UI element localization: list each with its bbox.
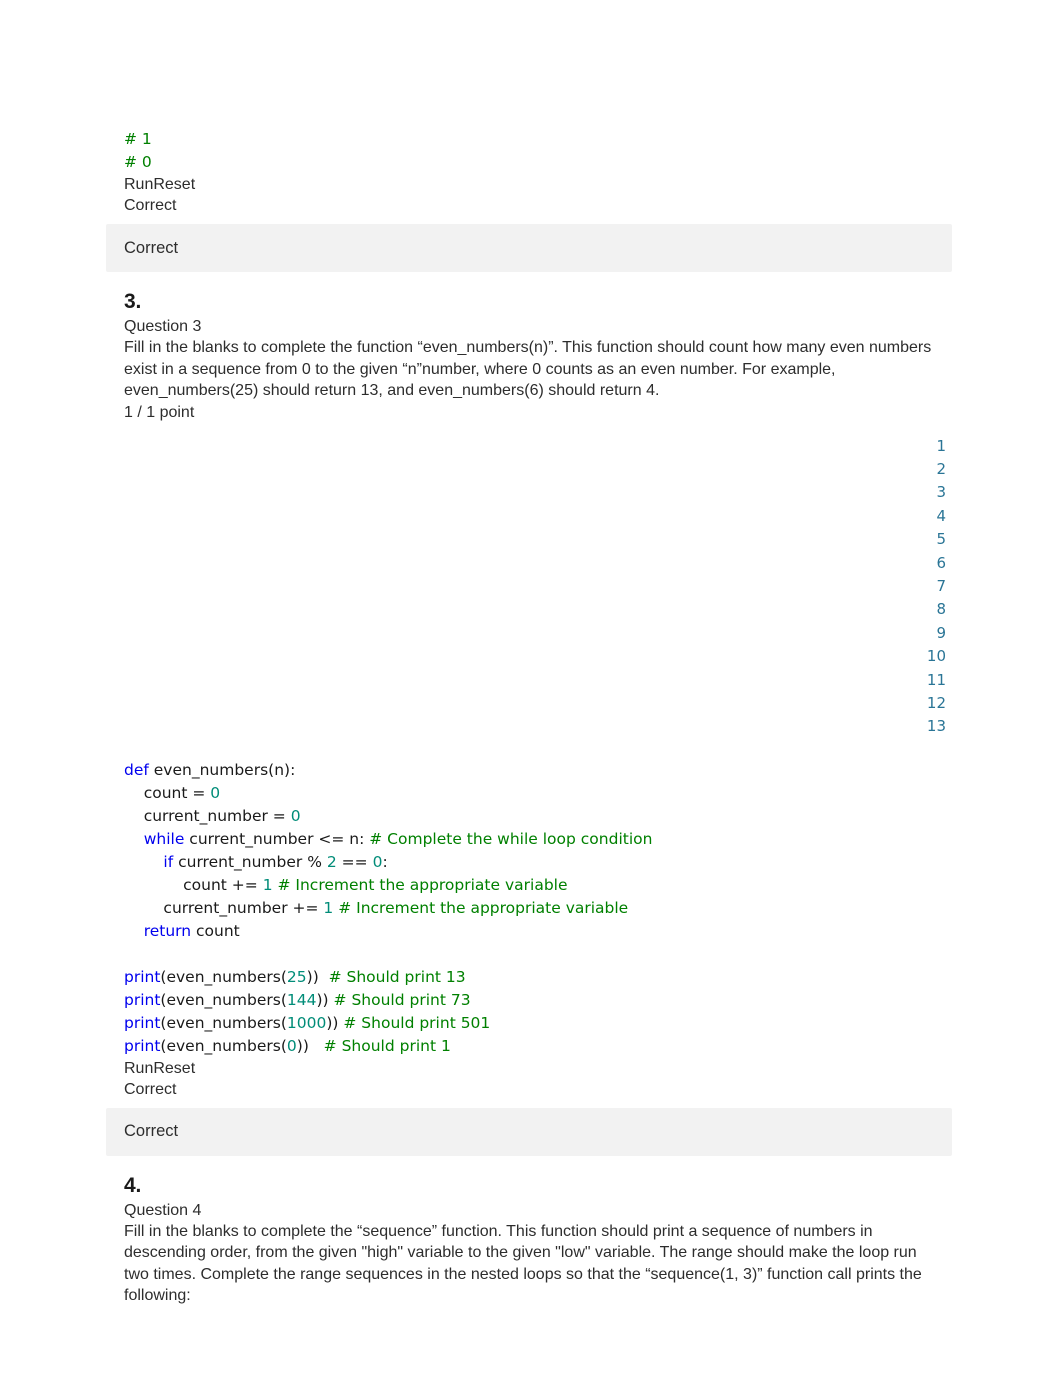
code-line: if current_number % 2 == 0:	[124, 851, 954, 874]
question-label-3: Question 3	[124, 318, 202, 335]
code-token-kw: return	[124, 921, 197, 940]
code-line-number: 12	[926, 693, 946, 712]
code-token-plain: ==	[336, 852, 373, 871]
output-comment-line-2: # 0	[124, 153, 152, 171]
code-token-plain: ))	[316, 990, 334, 1009]
code-line-number: 5	[936, 530, 946, 549]
quiz-review-page: # 1 # 0 RunReset Correct Correct 3. Ques…	[0, 0, 1062, 1376]
code-line-number: 8	[936, 600, 946, 619]
code-line-number: 6	[936, 553, 946, 572]
code-token-cmt: # Increment the appropriate variable	[277, 875, 568, 894]
code-token-plain: count +=	[124, 875, 263, 894]
code-token-plain: current_number <= n:	[189, 829, 370, 848]
code-token-plain: (even_numbers(	[160, 1036, 287, 1055]
code-line-number: 11	[926, 670, 946, 689]
code-line: print(even_numbers(1000)) # Should print…	[124, 1012, 954, 1035]
code-token-kw: print	[124, 1036, 161, 1055]
output-comment-line-1: # 1	[124, 130, 152, 148]
question-prompt-4: Fill in the blanks to complete the “sequ…	[124, 1222, 922, 1305]
code-token-num: 0	[286, 1036, 297, 1055]
code-token-cmt: # Should print 73	[333, 990, 471, 1009]
code-line: while current_number <= n: # Complete th…	[124, 828, 954, 851]
code-token-plain: current_number +=	[124, 898, 324, 917]
code-line-number: 1	[936, 436, 946, 455]
code-token-kw: if	[124, 852, 179, 871]
question-number-4: 4.	[124, 1173, 142, 1197]
correct-banner-q3: Correct	[106, 1107, 952, 1156]
code-token-num: 25	[286, 967, 307, 986]
run-reset-button-q3[interactable]: RunReset	[124, 1058, 954, 1079]
code-token-plain: count	[196, 921, 240, 940]
code-line: print(even_numbers(0)) # Should print 1	[124, 1035, 954, 1058]
code-token-num: 1	[323, 898, 334, 917]
code-token-num: 1000	[286, 1013, 327, 1032]
code-line-number: 2	[936, 459, 946, 478]
question-label-4: Question 4	[124, 1201, 202, 1219]
code-token-kw: def	[124, 760, 154, 779]
code-token-plain: :	[382, 852, 388, 871]
code-token-plain: current_number %	[178, 852, 327, 871]
code-line-number: 3	[936, 483, 946, 502]
code-line: print(even_numbers(144)) # Should print …	[124, 989, 954, 1012]
question-prompt-3: Fill in the blanks to complete the funct…	[124, 339, 932, 399]
code-line: print(even_numbers(25)) # Should print 1…	[124, 966, 954, 989]
correct-banner-label-q2: Correct	[124, 238, 179, 257]
code-line-number: 7	[936, 576, 946, 595]
code-token-plain: ))	[296, 1036, 324, 1055]
code-token-cmt: # Should print 1	[323, 1036, 451, 1055]
code-token-num: 2	[326, 852, 337, 871]
run-reset-button-q2[interactable]: RunReset	[124, 174, 954, 195]
code-token-plain: ))	[306, 967, 329, 986]
code-line-number: 13	[926, 717, 946, 736]
code-line: current_number = 0	[124, 805, 954, 828]
code-token-num: 144	[286, 990, 317, 1009]
code-token-kw: print	[124, 1013, 161, 1032]
code-token-plain: ))	[326, 1013, 344, 1032]
status-text-q2: Correct	[124, 197, 177, 214]
code-line: count += 1 # Increment the appropriate v…	[124, 874, 954, 897]
code-line-number: 10	[926, 647, 946, 666]
code-line-number: 4	[936, 506, 946, 525]
code-token-plain: current_number =	[124, 806, 291, 825]
code-line: current_number += 1 # Increment the appr…	[124, 897, 954, 920]
code-token-num: 0	[210, 783, 221, 802]
code-token-plain: (even_numbers(	[160, 967, 287, 986]
code-token-plain: (even_numbers(	[160, 1013, 287, 1032]
code-token-plain: count =	[124, 783, 211, 802]
question-points-3: 1 / 1 point	[124, 403, 195, 421]
code-line: def even_numbers(n):	[124, 759, 954, 782]
code-token-kw: while	[124, 829, 190, 848]
code-token-num: 1	[262, 875, 273, 894]
quiz-content: # 1 # 0 RunReset Correct Correct 3. Ques…	[106, 128, 954, 1307]
code-line-number-gutter: 1 2 3 4 5 6 7 8 9 10 11 12 13	[124, 435, 954, 739]
code-token-kw: print	[124, 967, 161, 986]
code-token-num: 0	[290, 806, 301, 825]
code-token-num: 0	[372, 852, 383, 871]
code-token-kw: print	[124, 990, 161, 1009]
code-token-plain: even_numbers(n):	[153, 760, 296, 779]
code-token-plain: (even_numbers(	[160, 990, 287, 1009]
correct-banner-label-q3: Correct	[124, 1122, 179, 1141]
code-line-number: 9	[936, 623, 946, 642]
code-editor-q3[interactable]: def even_numbers(n): count = 0 current_n…	[124, 759, 954, 1058]
code-line: count = 0	[124, 782, 954, 805]
code-line: return count	[124, 920, 954, 943]
question2-output-block: # 1 # 0	[124, 128, 954, 174]
code-token-cmt: # Should print 501	[343, 1013, 491, 1032]
question-number-3: 3.	[124, 290, 142, 313]
status-text-q3: Correct	[124, 1080, 177, 1098]
correct-banner-q2: Correct	[106, 224, 952, 272]
code-token-cmt: # Increment the appropriate variable	[338, 898, 629, 917]
code-token-cmt: # Should print 13	[328, 967, 466, 986]
code-token-cmt: # Complete the while loop condition	[369, 829, 653, 848]
